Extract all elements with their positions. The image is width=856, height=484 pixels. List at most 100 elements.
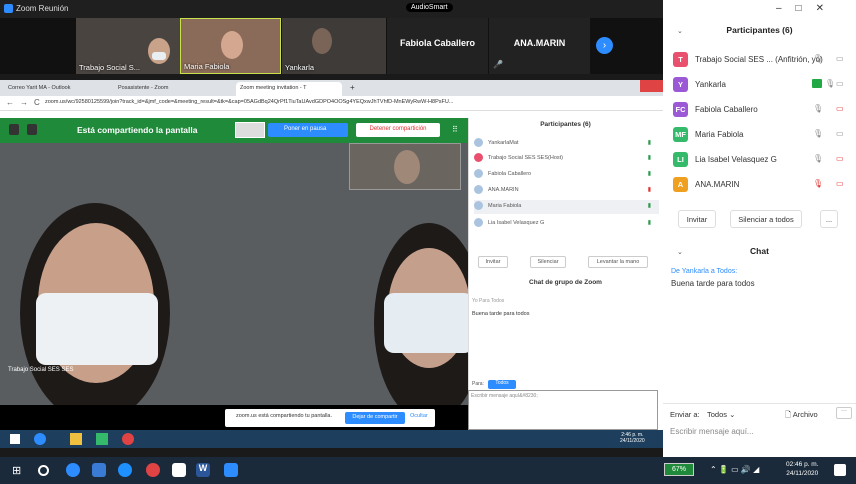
new-tab-icon[interactable]: + xyxy=(350,83,355,92)
inner-participant-row[interactable]: Maria Fabiola ▮ xyxy=(474,200,659,214)
more-options-button[interactable]: ... xyxy=(820,210,838,228)
inner-date: 24/11/2020 xyxy=(620,438,645,444)
grid-view-icon[interactable]: ⠿ xyxy=(452,125,458,134)
chrome-icon[interactable] xyxy=(122,433,134,445)
participant-row[interactable]: T Trabajo Social SES ... (Anfitrión, yo) 🎙… xyxy=(673,52,853,72)
mic-icon: ▮ xyxy=(647,203,651,209)
shared-screen-thumbnail xyxy=(235,122,265,138)
gallery-tile-active[interactable]: Maria Fabiola xyxy=(180,18,281,74)
participant-face xyxy=(148,38,170,64)
send-to-select[interactable]: Todos ⌄ xyxy=(707,410,735,419)
url-field[interactable]: zoom.us/wc/92580125599/join?track_id=&jm… xyxy=(45,99,555,105)
windows-start-icon[interactable]: ⊞ xyxy=(12,464,21,477)
clock-time: 02:46 p. m. xyxy=(786,461,819,468)
participant-face xyxy=(221,31,243,59)
browser-tab[interactable]: Posasistente - Zoom xyxy=(114,82,222,96)
nav-buttons-icon[interactable]: ←→C xyxy=(6,98,46,107)
muted-mic-icon: 🎙 xyxy=(813,179,824,188)
hide-button[interactable]: Ocultar xyxy=(410,413,428,419)
clock-date: 24/11/2020 xyxy=(786,470,819,477)
word-icon[interactable]: W xyxy=(196,463,210,477)
photos-icon[interactable] xyxy=(172,463,186,477)
battery-indicator[interactable]: 67% xyxy=(664,463,694,476)
speaker-name: Trabajo Social SES SES xyxy=(8,367,74,373)
zoom-icon[interactable] xyxy=(224,463,238,477)
inner-chat-to-select[interactable]: Todos xyxy=(488,380,516,389)
browser-close-button[interactable] xyxy=(640,80,663,92)
mic-icon: ▮ xyxy=(647,140,651,146)
invite-button[interactable]: Invitar xyxy=(678,210,716,228)
mute-button[interactable]: Silenciar xyxy=(530,256,566,268)
mic-icon: ▮ xyxy=(647,220,651,226)
start-icon[interactable] xyxy=(10,434,20,444)
participant-row[interactable]: FC Fabiola Caballero 🎙 ▭ xyxy=(673,102,853,122)
participant-row[interactable]: A ANA.MARIN 🎙 ▭ xyxy=(673,177,853,197)
chrome-icon[interactable] xyxy=(146,463,160,477)
window-controls-icon[interactable]: –□✕ xyxy=(776,3,838,14)
taskbar-clock[interactable]: 02:46 p. m. 24/11/2020 xyxy=(786,460,819,478)
gallery-name: Maria Fabiola xyxy=(184,62,230,71)
avatar: MF xyxy=(673,127,688,142)
participant-row[interactable]: MF Maria Fabiola 🎙 ▭ xyxy=(673,127,853,147)
participant-name: ANA.MARIN xyxy=(695,180,740,189)
file-button[interactable]: 🗋 Archivo xyxy=(785,409,818,422)
invite-button[interactable]: Invitar xyxy=(478,256,508,268)
raise-hand-button[interactable]: Levantar la mano xyxy=(588,256,648,268)
next-page-button[interactable]: › xyxy=(596,37,613,54)
avatar xyxy=(474,138,483,147)
audiosmart-badge: AudioSmart xyxy=(406,3,453,12)
participant-name: Trabajo Social SES SES(Host) xyxy=(488,155,563,161)
zoom-screen: Zoom Reunión AudioSmart Trabajo Social S… xyxy=(0,0,856,484)
gallery-name: Fabiola Caballero xyxy=(399,38,476,48)
participant-name: Lia Isabel Velasquez G xyxy=(488,220,545,226)
mic-icon: 🎙 xyxy=(813,154,824,163)
gallery-tile[interactable]: Yankarla xyxy=(282,18,386,74)
video-icon: ▭ xyxy=(836,129,844,138)
participant-row[interactable]: LI Lia Isabel Velasquez G 🎙 ▭ xyxy=(673,152,853,172)
browser-tab[interactable]: Correo Yarit MA - Outlook xyxy=(4,82,112,96)
chat-input[interactable]: Escribir mensaje aquí... xyxy=(670,427,754,436)
folder-icon[interactable] xyxy=(70,433,82,445)
notification-icon[interactable] xyxy=(834,464,846,476)
send-to-label: Enviar a: xyxy=(670,410,700,419)
search-icon[interactable] xyxy=(38,465,49,476)
mic-icon: ▮ xyxy=(647,171,651,177)
inner-participant-row[interactable]: Trabajo Social SES SES(Host) ▮ xyxy=(474,152,659,166)
system-tray-icon[interactable]: ⌃ 🔋 ▭ 🔊 ◢ xyxy=(710,465,759,474)
mute-all-button[interactable]: Silenciar a todos xyxy=(730,210,802,228)
edge-icon[interactable] xyxy=(66,463,80,477)
inner-chat-input[interactable]: Escribir mensaje aquí&#8230; xyxy=(468,390,658,430)
participant-row[interactable]: Y Yankarla 🎙 ▭ xyxy=(673,77,853,97)
participant-name: Maria Fabiola xyxy=(488,203,522,209)
stop-sharing-button[interactable]: Dejar de compartir xyxy=(345,412,405,424)
participant-name: Lia Isabel Velasquez G xyxy=(695,155,777,164)
store-icon[interactable] xyxy=(92,463,106,477)
gallery-tile[interactable]: Fabiola Caballero xyxy=(387,18,488,74)
participants-title: Participantes (6) xyxy=(726,25,793,35)
browser-tab-active[interactable]: Zoom meeting invitation - T xyxy=(236,82,342,96)
inner-participant-row[interactable]: Fabiola Caballero ▮ xyxy=(474,168,659,182)
inner-participant-row[interactable]: Lia Isabel Velasquez G ▮ xyxy=(474,217,659,231)
app-icon[interactable] xyxy=(118,463,132,477)
security-icon[interactable] xyxy=(9,124,19,135)
gallery-tile[interactable]: Trabajo Social S... xyxy=(76,18,180,74)
participant-name: Maria Fabiola xyxy=(695,130,744,139)
avatar: LI xyxy=(673,152,688,167)
participant-name: Fabiola Caballero xyxy=(695,105,758,114)
video-off-icon: ▭ xyxy=(836,154,844,163)
shield-icon[interactable] xyxy=(27,124,37,135)
mic-icon: 🎙 xyxy=(813,129,824,138)
stop-share-button[interactable]: Detener compartición xyxy=(356,123,440,137)
avatar xyxy=(474,201,483,210)
gallery-tile[interactable]: ANA.MARIN 🎤 xyxy=(489,18,590,74)
pause-share-button[interactable]: Poner en pausa xyxy=(268,123,348,137)
inner-participant-row[interactable]: ANA.MARIN ▮ xyxy=(474,184,659,198)
gallery-name: ANA.MARIN xyxy=(513,38,566,48)
participant-face xyxy=(312,28,332,54)
edge-icon[interactable] xyxy=(34,433,46,445)
more-icon[interactable]: ··· xyxy=(836,407,852,419)
app-icon[interactable] xyxy=(96,433,108,445)
mic-icon: 🎙 xyxy=(813,104,824,113)
inner-participant-row[interactable]: YankarlaMat ▮ xyxy=(474,137,659,151)
self-view-video[interactable] xyxy=(349,143,461,190)
